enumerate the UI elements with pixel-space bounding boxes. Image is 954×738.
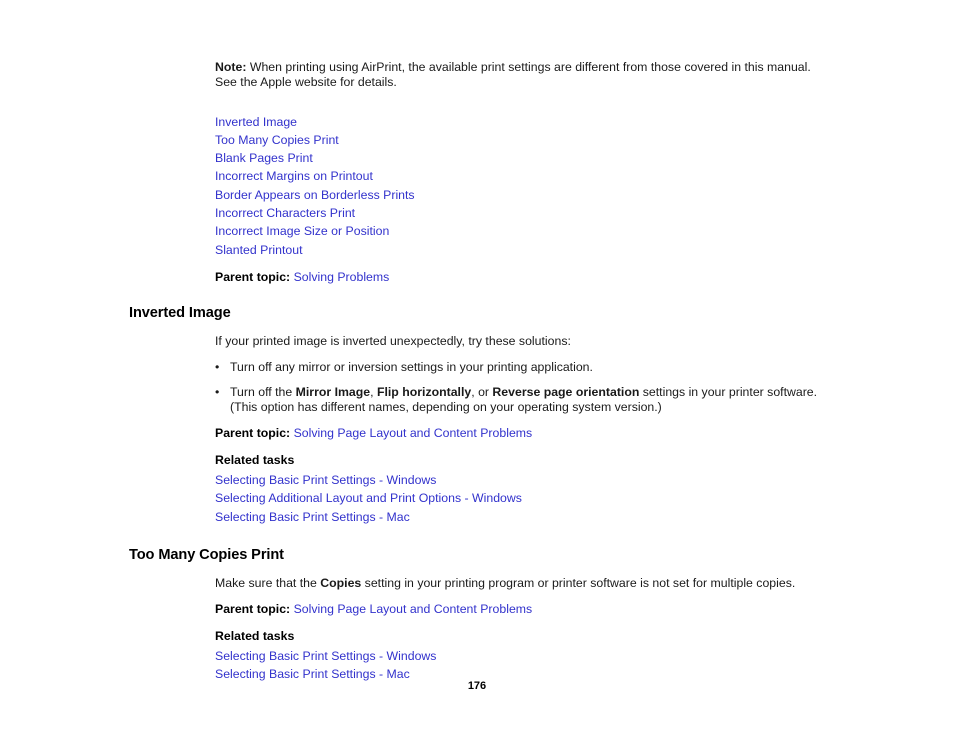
- section-title-inverted-image: Inverted Image: [129, 305, 231, 322]
- bullet-icon: •: [215, 359, 220, 374]
- list-item-emphasis-reverse-page-orientation: Reverse page orientation: [492, 384, 640, 399]
- page-number: 176: [467, 680, 487, 692]
- paragraph-emphasis-copies: Copies: [320, 575, 362, 590]
- topic-link-incorrect-characters-print[interactable]: Incorrect Characters Print: [215, 204, 819, 222]
- list-item: • Turn off any mirror or inversion setti…: [215, 360, 819, 375]
- topic-link-incorrect-image-size-or-position[interactable]: Incorrect Image Size or Position: [215, 222, 819, 240]
- section-title-too-many-copies-print: Too Many Copies Print: [129, 546, 284, 563]
- list-item: • Turn off the Mirror Image, Flip horizo…: [215, 385, 819, 416]
- section-body-inverted-image: If your printed image is inverted unexpe…: [215, 334, 819, 526]
- related-task-link-basic-print-settings-mac[interactable]: Selecting Basic Print Settings - Mac: [215, 508, 819, 526]
- section-paragraph-too-many-copies-print: Make sure that the Copies setting in you…: [215, 576, 819, 591]
- paragraph-text-part: Make sure that the: [215, 575, 321, 590]
- intro-parent-topic: Parent topic: Solving Problems: [215, 270, 819, 285]
- note-spacer: [129, 91, 819, 113]
- parent-topic-link[interactable]: Solving Page Layout and Content Problems: [294, 426, 533, 440]
- topic-link-slanted-printout[interactable]: Slanted Printout: [215, 241, 819, 259]
- section-intro-inverted-image: If your printed image is inverted unexpe…: [215, 334, 571, 349]
- related-task-link-additional-layout-print-options-windows[interactable]: Selecting Additional Layout and Print Op…: [215, 489, 819, 507]
- topic-link-blank-pages-print[interactable]: Blank Pages Print: [215, 149, 819, 167]
- parent-topic-label: Parent topic:: [215, 426, 291, 441]
- parent-topic-label: Parent topic:: [215, 602, 291, 617]
- related-tasks-heading-too-many-copies-print: Related tasks: [215, 628, 295, 643]
- note-label: Note:: [215, 60, 247, 74]
- topic-link-border-appears-on-borderless-prints[interactable]: Border Appears on Borderless Prints: [215, 186, 819, 204]
- topic-link-inverted-image[interactable]: Inverted Image: [215, 113, 819, 131]
- intro-parent-topic-label: Parent topic:: [215, 269, 291, 284]
- page-content: Note: When printing using AirPrint, the …: [129, 60, 819, 683]
- list-item-text-part: ,: [370, 384, 377, 399]
- note-text: When printing using AirPrint, the availa…: [215, 60, 811, 90]
- list-item-text: Turn off any mirror or inversion setting…: [230, 359, 593, 374]
- intro-parent-topic-link[interactable]: Solving Problems: [294, 270, 390, 284]
- list-item-emphasis-mirror-image: Mirror Image: [295, 384, 371, 399]
- list-item-emphasis-flip-horizontally: Flip horizontally: [376, 384, 472, 399]
- bullet-icon: •: [215, 384, 220, 399]
- related-tasks-list-inverted-image: Selecting Basic Print Settings - Windows…: [215, 471, 819, 526]
- document-page: Note: When printing using AirPrint, the …: [0, 0, 954, 738]
- related-tasks-heading-inverted-image: Related tasks: [215, 452, 295, 467]
- list-item-text-part: Turn off the: [230, 384, 296, 399]
- parent-topic-link[interactable]: Solving Page Layout and Content Problems: [294, 602, 533, 616]
- paragraph-text-part: setting in your printing program or prin…: [361, 575, 796, 590]
- topic-link-incorrect-margins-on-printout[interactable]: Incorrect Margins on Printout: [215, 167, 819, 185]
- note-block: Note: When printing using AirPrint, the …: [215, 60, 819, 91]
- solutions-list-inverted-image: • Turn off any mirror or inversion setti…: [215, 360, 819, 416]
- topic-link-list: Inverted Image Too Many Copies Print Bla…: [215, 113, 819, 286]
- related-tasks-list-too-many-copies-print: Selecting Basic Print Settings - Windows…: [215, 647, 819, 684]
- related-task-link-basic-print-settings-windows[interactable]: Selecting Basic Print Settings - Windows: [215, 471, 819, 489]
- parent-topic-too-many-copies-print: Parent topic: Solving Page Layout and Co…: [215, 602, 819, 617]
- parent-topic-inverted-image: Parent topic: Solving Page Layout and Co…: [215, 426, 819, 441]
- section-body-too-many-copies-print: Make sure that the Copies setting in you…: [215, 576, 819, 683]
- note-paragraph: Note: When printing using AirPrint, the …: [215, 60, 819, 91]
- list-item-text-part: , or: [471, 384, 493, 399]
- topic-link-too-many-copies-print[interactable]: Too Many Copies Print: [215, 131, 819, 149]
- related-task-link-basic-print-settings-windows[interactable]: Selecting Basic Print Settings - Windows: [215, 647, 819, 665]
